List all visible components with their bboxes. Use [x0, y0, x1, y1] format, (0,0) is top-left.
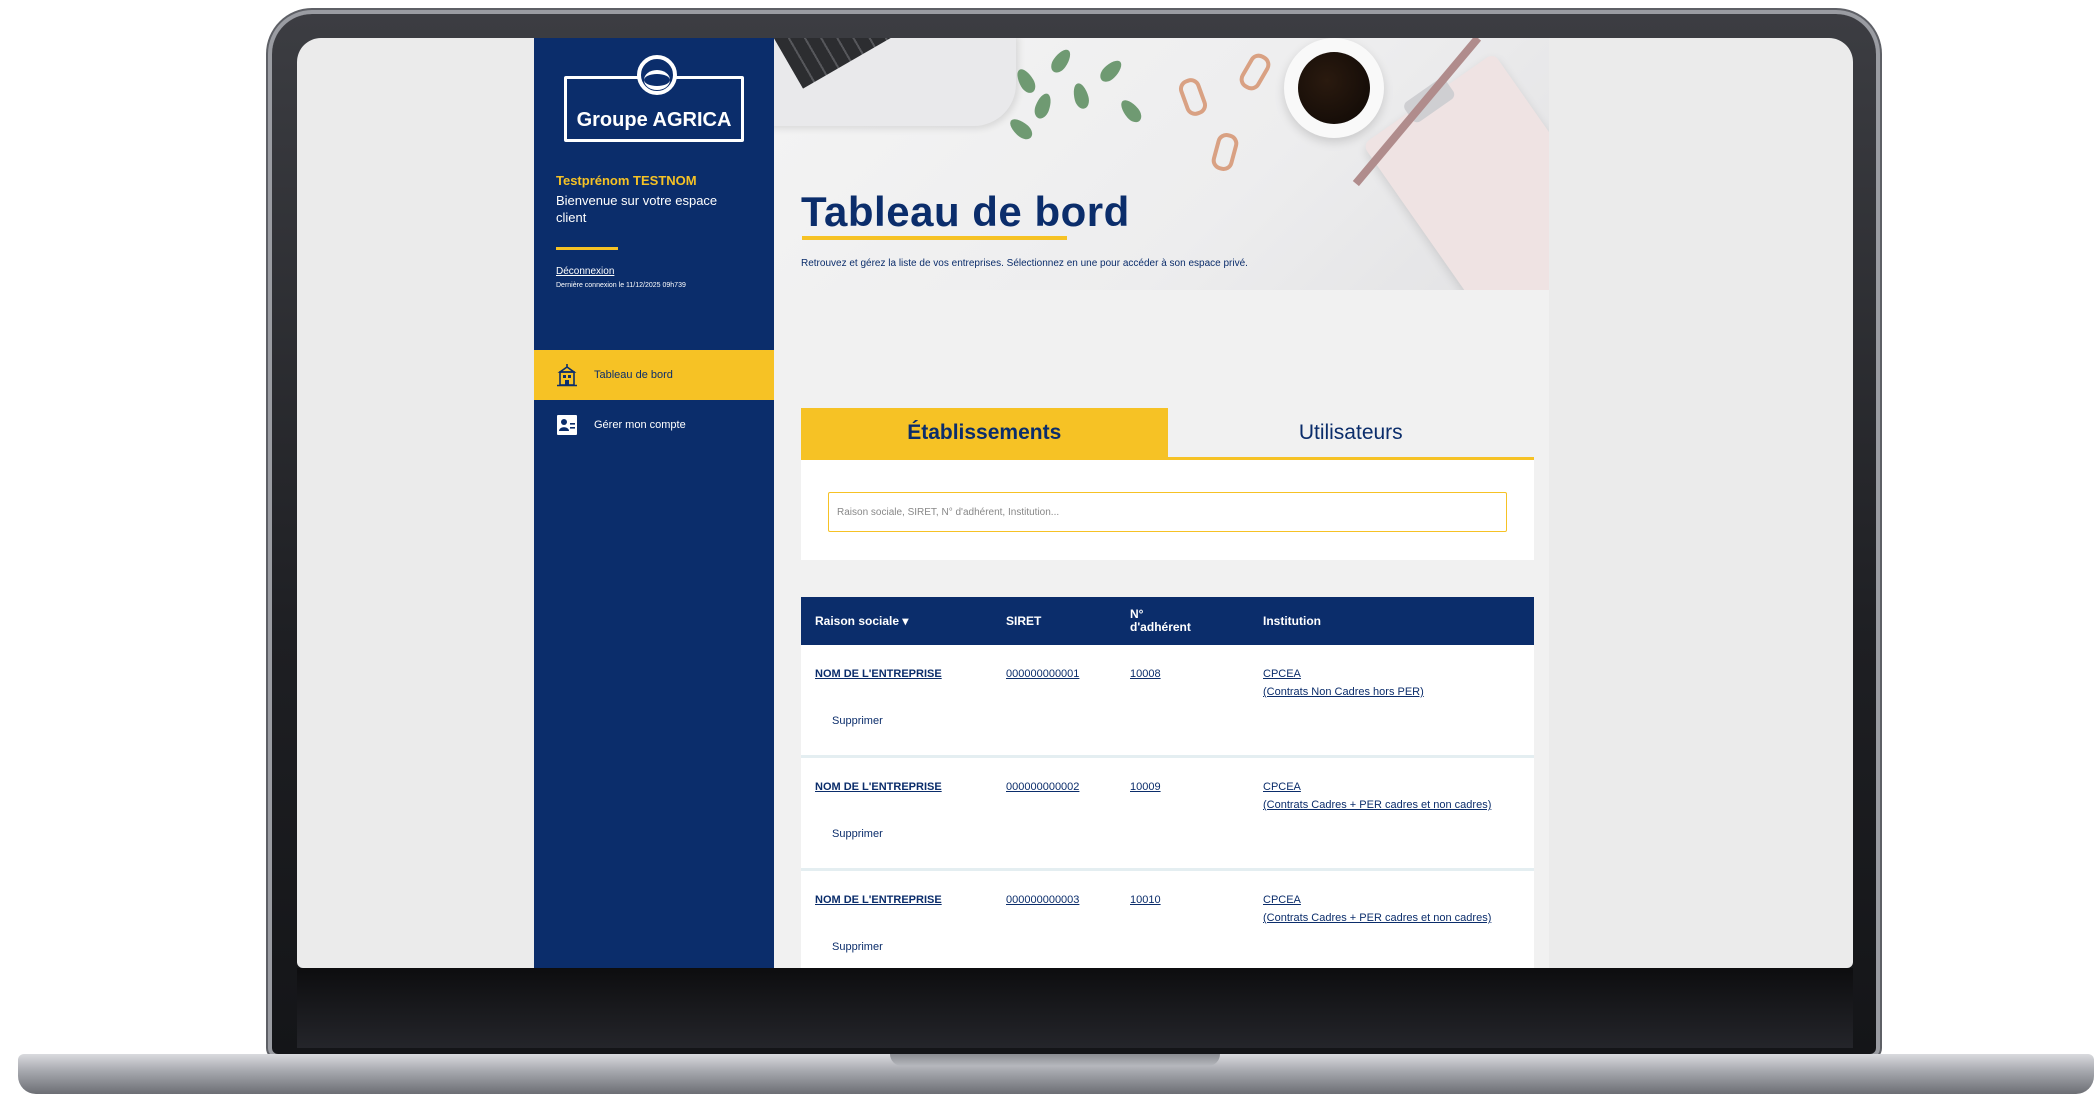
delete-button[interactable]: Supprimer	[832, 941, 883, 953]
company-link[interactable]: NOM DE L'ENTREPRISE	[815, 778, 942, 796]
title-underline	[802, 236, 1067, 240]
hero-photo-leaf	[1047, 46, 1075, 76]
sidebar-item-dashboard[interactable]: Tableau de bord	[534, 350, 774, 400]
building-icon	[556, 364, 578, 387]
last-login-text: Dernière connexion le 11/12/2025 09h739	[556, 282, 686, 289]
institution-link[interactable]: CPCEA (Contrats Non Cadres hors PER)	[1263, 665, 1503, 701]
tab-etablissements[interactable]: Établissements	[801, 408, 1168, 472]
laptop-screen: Groupe AGRICA Testprénom TESTNOM Bienven…	[297, 38, 1853, 968]
institution-link[interactable]: CPCEA (Contrats Cadres + PER cadres et n…	[1263, 891, 1503, 927]
user-name: Testprénom TESTNOM	[556, 173, 697, 188]
column-header-institution: Institution	[1263, 613, 1321, 628]
hero-photo-leaf	[1070, 81, 1092, 111]
sidebar-item-account[interactable]: Gérer mon compte	[534, 400, 774, 450]
hero-photo-clip	[1235, 50, 1275, 94]
user-account-icon	[556, 414, 578, 436]
companies-table: Raison sociale ▾ SIRET N° d'adhérent Ins…	[801, 597, 1534, 968]
hero-photo-leaf	[1006, 115, 1036, 143]
hero-photo-coffee	[1284, 38, 1384, 138]
delete-button[interactable]: Supprimer	[832, 828, 883, 840]
logo-text: Groupe AGRICA	[576, 109, 732, 131]
table-row: NOM DE L'ENTREPRISE 000000000003 10010 C…	[801, 871, 1534, 968]
institution-detail: (Contrats Non Cadres hors PER)	[1263, 686, 1424, 698]
agrica-emblem-icon	[637, 55, 677, 95]
sidebar: Groupe AGRICA Testprénom TESTNOM Bienven…	[534, 38, 774, 968]
institution-detail: (Contrats Cadres + PER cadres et non cad…	[1263, 799, 1492, 811]
member-number-link[interactable]: 10010	[1130, 891, 1161, 909]
column-header-company[interactable]: Raison sociale ▾	[815, 597, 908, 645]
table-row: NOM DE L'ENTREPRISE 000000000001 10008 C…	[801, 645, 1534, 758]
hero-banner: Tableau de bord Retrouvez et gérez la li…	[774, 38, 1549, 290]
hero-photo-leaf	[1117, 96, 1145, 126]
company-link[interactable]: NOM DE L'ENTREPRISE	[815, 665, 942, 683]
institution-name: CPCEA	[1263, 668, 1301, 680]
search-panel	[801, 460, 1534, 560]
search-input[interactable]	[828, 492, 1507, 532]
laptop-bezel-bottom	[297, 968, 1853, 1048]
institution-name: CPCEA	[1263, 781, 1301, 793]
column-header-member-number: N° d'adhérent	[1130, 597, 1191, 645]
hero-photo-clip	[1176, 75, 1210, 119]
hero-photo-leaf	[1031, 91, 1055, 121]
logout-link[interactable]: Déconnexion	[556, 266, 614, 277]
institution-detail: (Contrats Cadres + PER cadres et non cad…	[1263, 912, 1492, 924]
page-subtitle: Retrouvez et gérez la liste de vos entre…	[801, 258, 1248, 269]
delete-button[interactable]: Supprimer	[832, 715, 883, 727]
table-header: Raison sociale ▾ SIRET N° d'adhérent Ins…	[801, 597, 1534, 645]
siret-link[interactable]: 000000000003	[1006, 891, 1079, 909]
laptop-notch	[890, 1054, 1220, 1066]
column-header-siret: SIRET	[1006, 613, 1042, 628]
divider	[556, 247, 618, 250]
page-title: Tableau de bord	[801, 188, 1130, 235]
siret-link[interactable]: 000000000002	[1006, 778, 1079, 796]
tab-utilisateurs[interactable]: Utilisateurs	[1168, 408, 1535, 457]
hero-photo-clip	[1209, 130, 1241, 174]
member-number-link[interactable]: 10009	[1130, 778, 1161, 796]
institution-link[interactable]: CPCEA (Contrats Cadres + PER cadres et n…	[1263, 778, 1503, 814]
company-link[interactable]: NOM DE L'ENTREPRISE	[815, 891, 942, 909]
member-number-link[interactable]: 10008	[1130, 665, 1161, 683]
hero-photo-leaf	[1013, 66, 1039, 96]
table-row: NOM DE L'ENTREPRISE 000000000002 10009 C…	[801, 758, 1534, 871]
main-content: Tableau de bord Retrouvez et gérez la li…	[774, 38, 1549, 968]
welcome-message: Bienvenue sur votre espace client	[556, 193, 718, 225]
sidebar-item-label: Tableau de bord	[594, 369, 673, 381]
hero-photo-leaf	[1096, 56, 1126, 86]
institution-name: CPCEA	[1263, 894, 1301, 906]
siret-link[interactable]: 000000000001	[1006, 665, 1079, 683]
tabs: Établissements Utilisateurs	[801, 408, 1535, 472]
hero-photo-clipboard	[1362, 52, 1549, 290]
agrica-logo[interactable]: Groupe AGRICA	[564, 55, 744, 142]
column-header-label: d'adhérent	[1130, 620, 1191, 634]
sidebar-item-label: Gérer mon compte	[594, 419, 686, 431]
